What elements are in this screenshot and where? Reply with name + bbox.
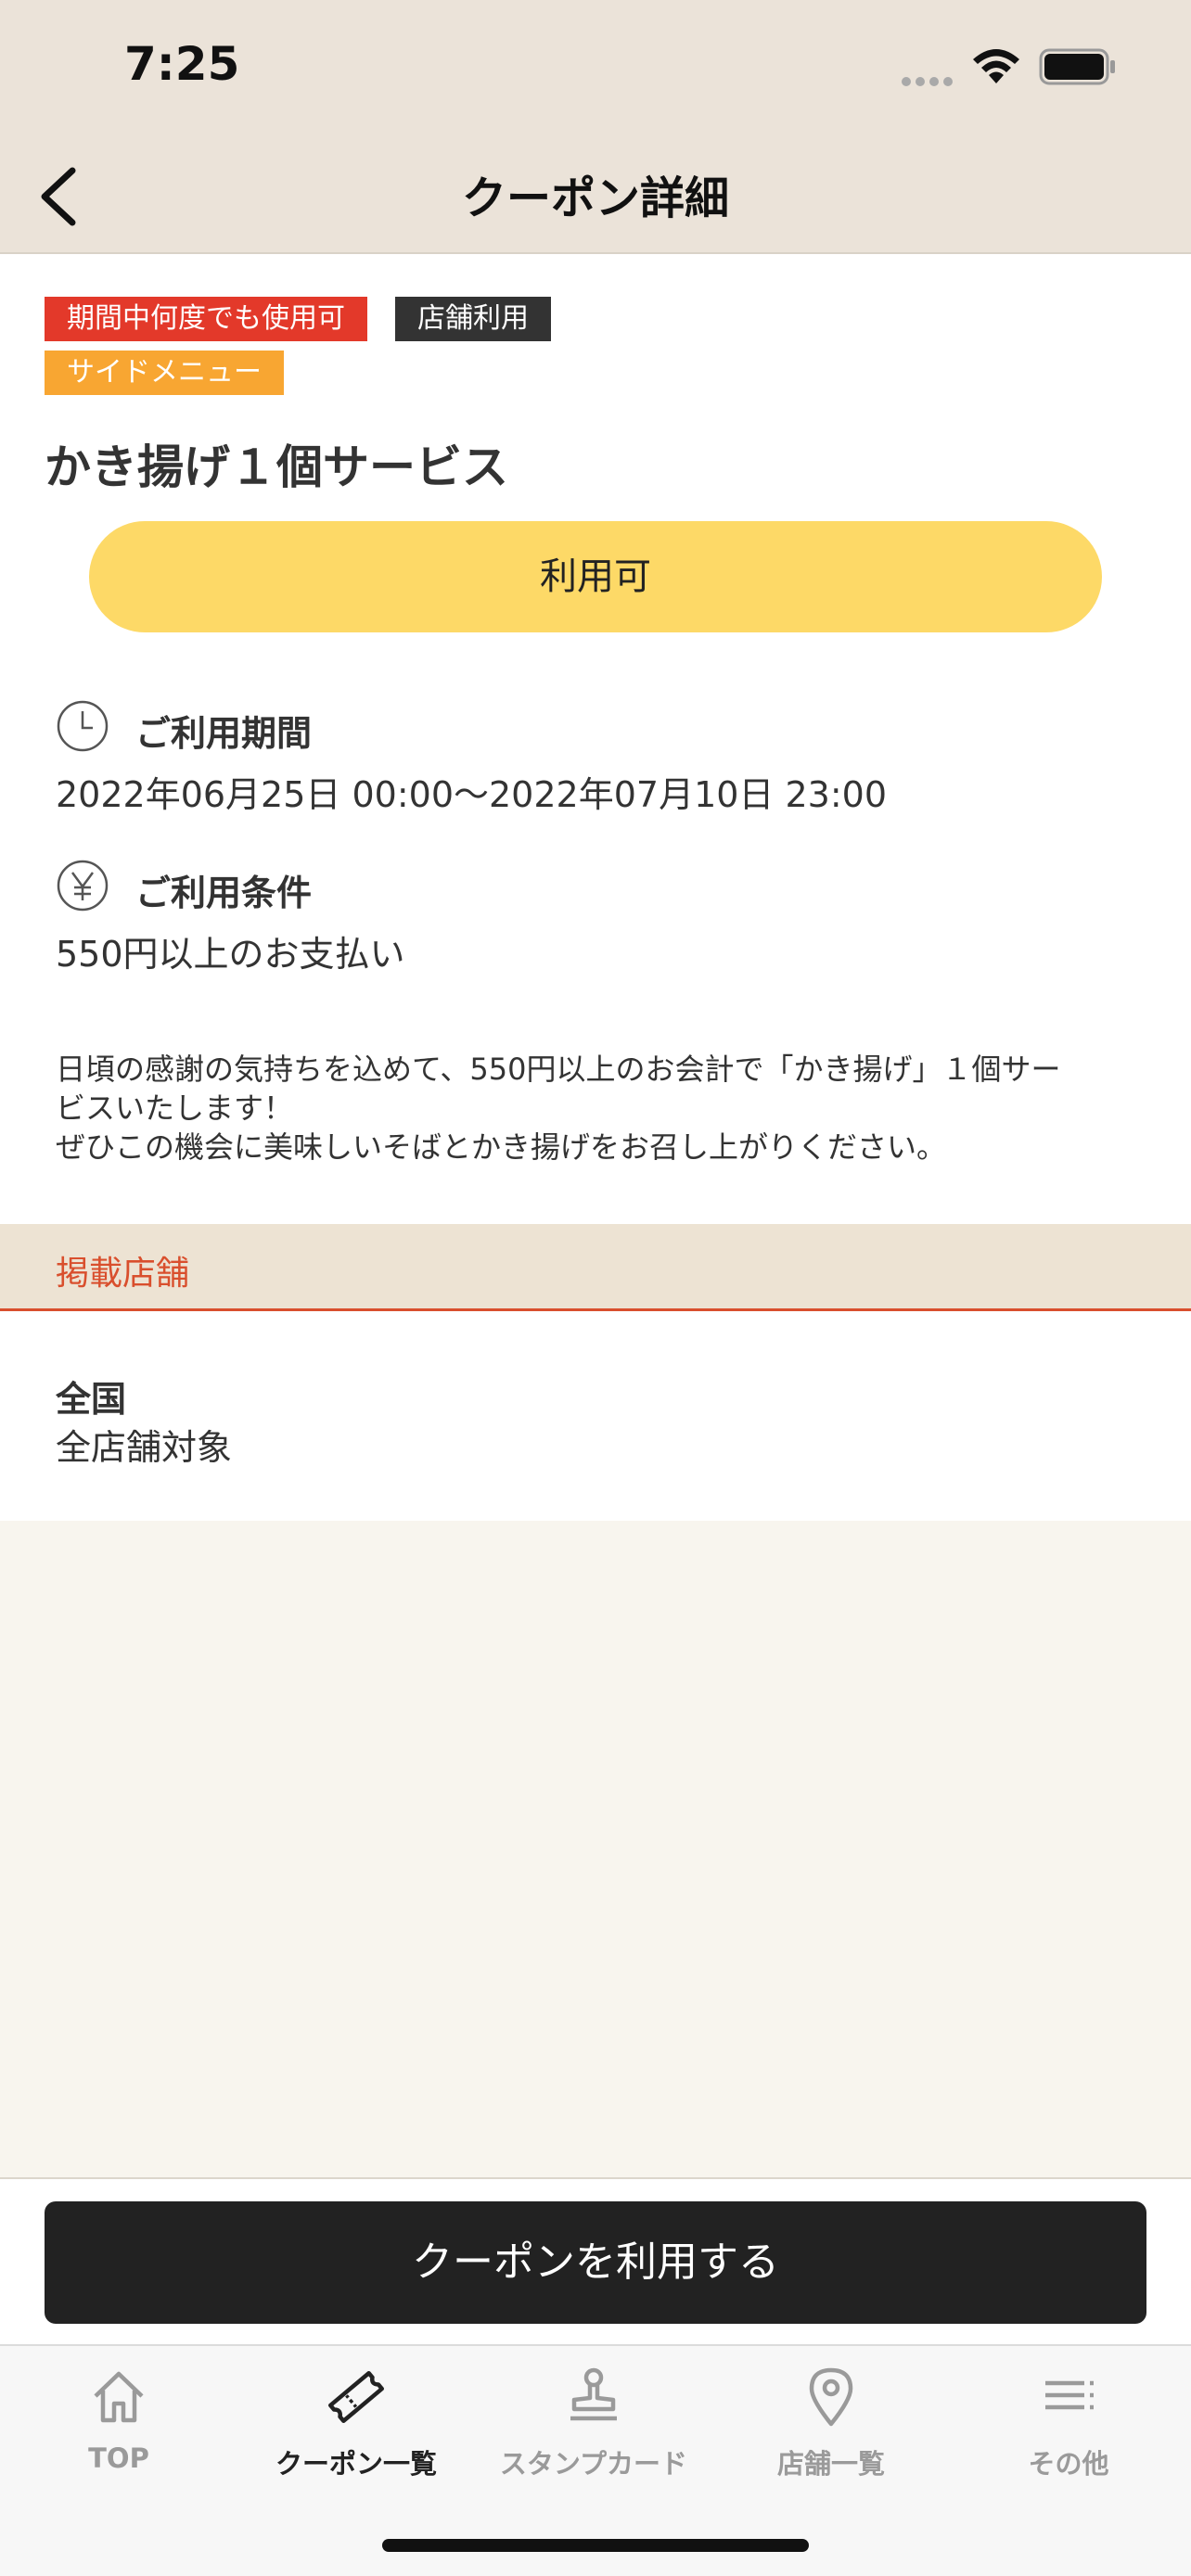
home-indicator: [382, 2539, 809, 2552]
action-area: クーポンを利用する: [0, 2177, 1191, 2344]
tab-top[interactable]: TOP: [0, 2365, 237, 2504]
status-time: 7:25: [124, 37, 240, 91]
tag-badge: サイドメニュー: [45, 351, 284, 395]
period-label: ご利用期間: [135, 713, 313, 754]
stores-section-header: 掲載店舗: [0, 1224, 1191, 1311]
tab-other[interactable]: その他: [950, 2365, 1187, 2504]
ticket-icon: [327, 2370, 385, 2424]
tab-coupon-list[interactable]: クーポン一覧: [237, 2365, 475, 2504]
status-bar: 7:25: [0, 0, 1191, 139]
tab-store-list[interactable]: 店舗一覧: [712, 2365, 950, 2504]
page-title: クーポン詳細: [461, 172, 729, 224]
menu-icon: [1045, 2380, 1094, 2410]
tag-badge: 店舗利用: [395, 297, 551, 341]
store-region: 全国: [56, 1379, 127, 1420]
description-line: ぜひこの機会に美味しいそばとかき揚げをお召し上がりください。: [56, 1129, 947, 1165]
coupon-detail: 期間中何度でも使用可 店舗利用 サイドメニュー かき揚げ１個サービス 利用可 ご…: [0, 254, 1191, 1224]
store-item: 全国 全店舗対象: [0, 1311, 1191, 1521]
home-icon: [94, 2371, 144, 2423]
yen-icon: [57, 860, 109, 912]
tab-label: クーポン一覧: [275, 2448, 437, 2480]
use-coupon-button[interactable]: クーポンを利用する: [45, 2201, 1146, 2324]
condition-value: 550円以上のお支払い: [56, 934, 405, 975]
tab-label: 店舗一覧: [776, 2448, 885, 2480]
stamp-icon: [570, 2367, 617, 2421]
condition-label: ご利用条件: [135, 873, 313, 913]
battery-icon: [1039, 48, 1115, 85]
description-line: 日頃の感謝の気持ちを込めて、550円以上のお会計で「かき揚げ」１個サー: [56, 1052, 1061, 1087]
tab-label: スタンプカード: [499, 2448, 688, 2480]
wifi-icon: [973, 49, 1019, 83]
coupon-title: かき揚げ１個サービス: [45, 440, 508, 494]
tab-stamp-card[interactable]: スタンプカード: [475, 2365, 712, 2504]
stores-header-label: 掲載店舗: [56, 1255, 190, 1293]
status-badge: 利用可: [89, 521, 1102, 632]
description-line: ビスいたします！: [56, 1090, 294, 1126]
cellular-signal-icon: [902, 72, 957, 90]
tag-badge: 期間中何度でも使用可: [45, 297, 367, 341]
location-pin-icon: [809, 2367, 853, 2427]
tab-label: TOP: [88, 2442, 149, 2474]
tab-label: その他: [1028, 2448, 1109, 2480]
store-target: 全店舗対象: [56, 1427, 233, 1468]
clock-icon: [57, 700, 109, 752]
period-value: 2022年06月25日 00:00～2022年07月10日 23:00: [56, 774, 888, 815]
navigation-bar: クーポン詳細: [0, 139, 1191, 254]
coupon-description: 日頃の感謝の気持ちを込めて、550円以上のお会計で「かき揚げ」１個サー ビスいた…: [56, 1050, 1141, 1167]
